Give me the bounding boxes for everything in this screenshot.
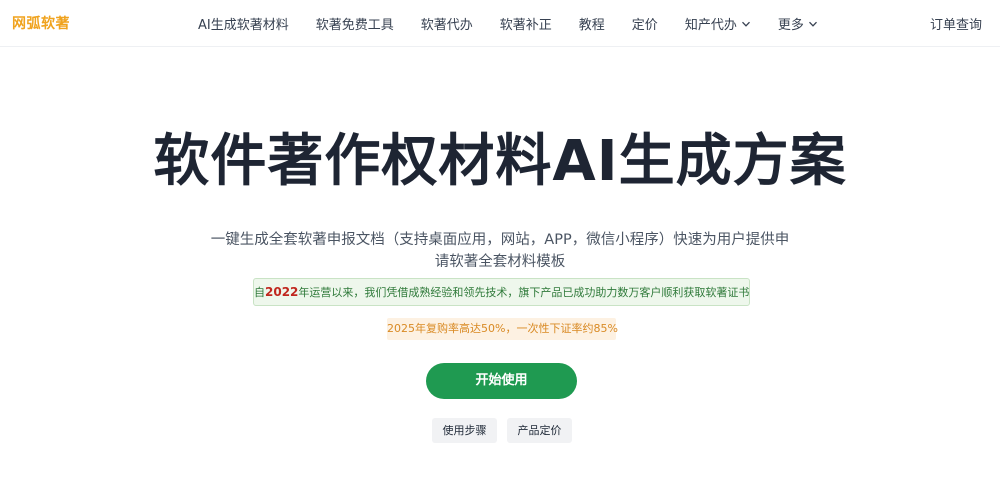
nav-item-ip-agency[interactable]: 知产代办 bbox=[685, 14, 751, 33]
nav-item-label: 知产代办 bbox=[684, 18, 737, 33]
nav-item-pricing[interactable]: 定价 bbox=[632, 14, 658, 33]
nav-item-ai-materials[interactable]: AI生成软著材料 bbox=[198, 14, 289, 33]
nav-item-correction[interactable]: 软著补正 bbox=[500, 14, 552, 33]
note-prefix: 自 bbox=[254, 286, 265, 299]
chevron-down-icon bbox=[808, 21, 817, 27]
note-suffix: 年运营以来，我们凭借成熟经验和领先技术，旗下产品已成功助力数万客户顺利获取软著证… bbox=[298, 286, 750, 299]
hero-title: 软件著作权材料AI生成方案 bbox=[153, 129, 847, 194]
product-pricing-button[interactable]: 产品定价 bbox=[507, 418, 572, 443]
nav-item-label: AI生成软著材料 bbox=[198, 18, 289, 33]
start-using-button[interactable]: 开始使用 bbox=[426, 363, 577, 399]
nav-item-tutorial[interactable]: 教程 bbox=[579, 14, 605, 33]
usage-steps-button[interactable]: 使用步骤 bbox=[432, 418, 497, 443]
nav-item-label: 软著补正 bbox=[499, 18, 552, 33]
order-lookup-link[interactable]: 订单查询 bbox=[930, 14, 982, 33]
hero-subtitle: 一键生成全套软著申报文档（支持桌面应用，网站，APP，微信小程序）快速为用户提供… bbox=[210, 232, 790, 270]
chevron-down-icon bbox=[741, 21, 750, 27]
nav-item-more[interactable]: 更多 bbox=[778, 14, 818, 33]
nav-item-free-tools[interactable]: 软著免费工具 bbox=[316, 14, 394, 33]
operation-history-note: 自2022年运营以来，我们凭借成熟经验和领先技术，旗下产品已成功助力数万客户顺利… bbox=[253, 278, 750, 306]
repurchase-rate-badge: 2025年复购率高达50%，一次性下证率约85% bbox=[387, 318, 618, 340]
nav-item-label: 定价 bbox=[631, 18, 658, 33]
nav-item-label: 教程 bbox=[578, 18, 605, 33]
nav-item-agency[interactable]: 软著代办 bbox=[421, 14, 473, 33]
brand-logo[interactable]: 网弧软著 bbox=[12, 13, 70, 33]
highlight-year: 2022 bbox=[265, 285, 299, 299]
main-nav: AI生成软著材料 软著免费工具 软著代办 软著补正 教程 定价 知产代办 更多 bbox=[198, 14, 818, 33]
nav-item-label: 软著免费工具 bbox=[315, 18, 394, 33]
nav-item-label: 更多 bbox=[777, 18, 804, 33]
top-navigation-bar: 网弧软著 AI生成软著材料 软著免费工具 软著代办 软著补正 教程 定价 知产代… bbox=[0, 0, 1000, 47]
nav-item-label: 软著代办 bbox=[420, 18, 473, 33]
